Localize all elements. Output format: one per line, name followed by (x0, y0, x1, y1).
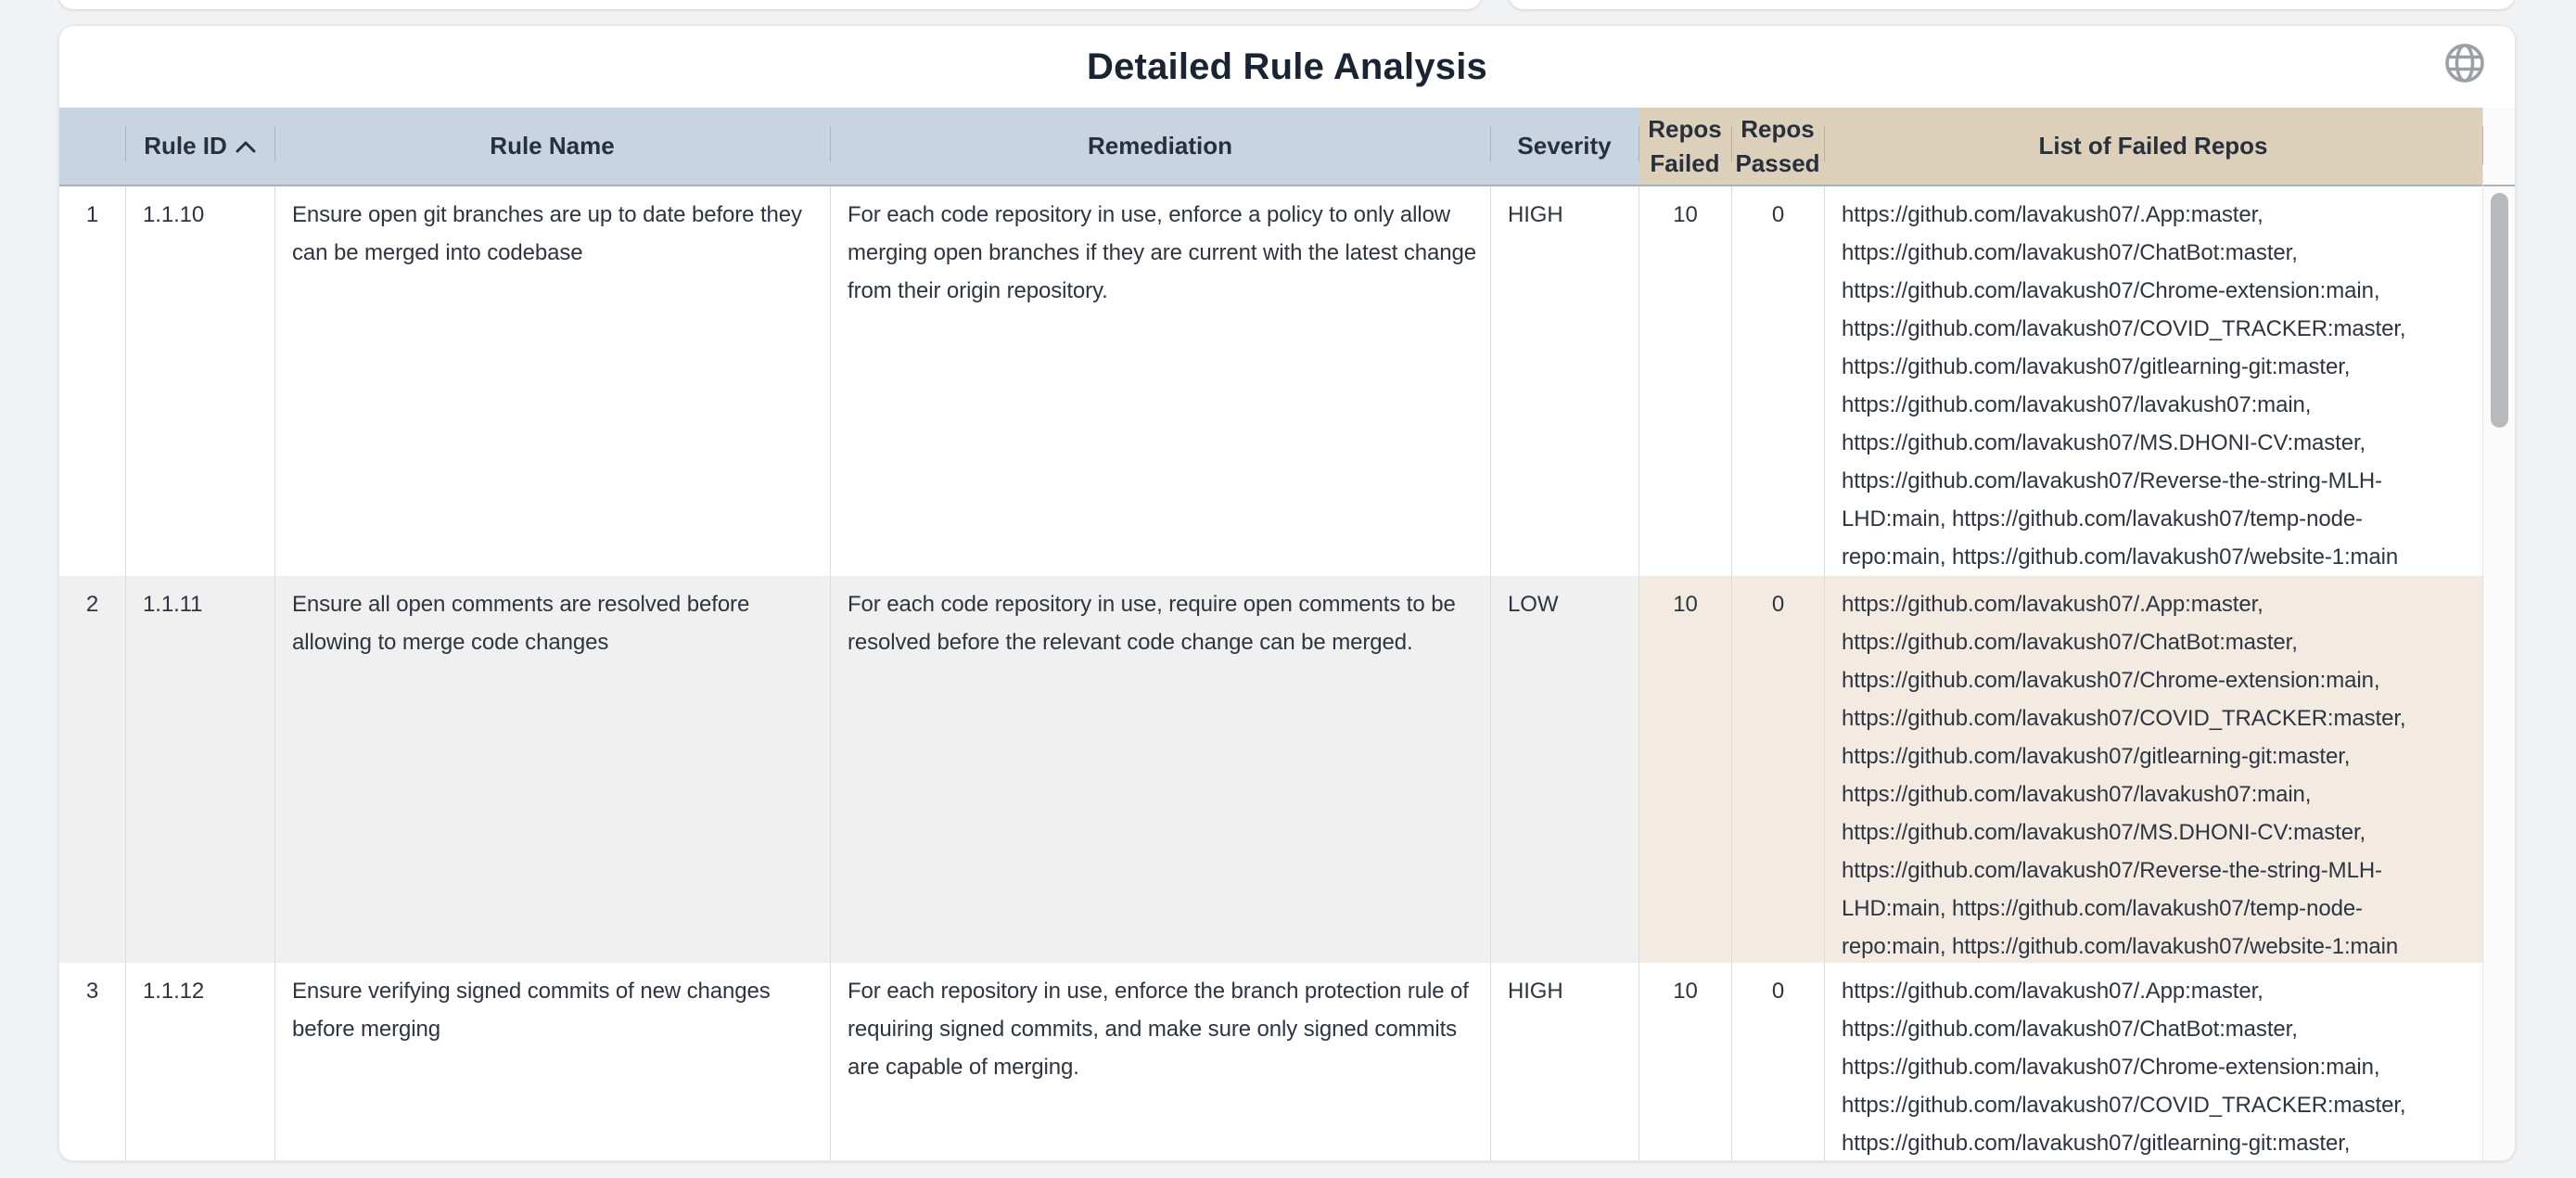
table-area: Rule ID Rule Name Remediation Severity R… (59, 108, 2515, 1161)
header-cell-rule-id[interactable]: Rule ID (125, 108, 274, 185)
cell-repos-failed: 10 (1639, 186, 1731, 576)
rule-analysis-card: Detailed Rule Analysis Rule ID R (58, 25, 2516, 1161)
cell-failed-repos: https://github.com/lavakush07/.App:maste… (1824, 186, 2482, 576)
cell-repos-passed: 0 (1731, 963, 1824, 1161)
header-cell-rule-name[interactable]: Rule Name (274, 108, 830, 185)
cell-index: 1 (59, 186, 125, 576)
cell-failed-repos: https://github.com/lavakush07/.App:maste… (1824, 963, 2482, 1161)
cell-repos-passed: 0 (1731, 576, 1824, 963)
cell-rule-id: 1.1.11 (125, 576, 274, 963)
header-bottom-border (2483, 185, 2515, 186)
cell-rule-name: Ensure open git branches are up to date … (274, 186, 830, 576)
table-header-row: Rule ID Rule Name Remediation Severity R… (59, 108, 2482, 186)
cell-rule-name: Ensure verifying signed commits of new c… (274, 963, 830, 1161)
header-label-rule-id: Rule ID (144, 129, 227, 163)
table-scrollbar[interactable] (2482, 108, 2515, 1161)
cell-repos-passed: 0 (1731, 186, 1824, 576)
table-row: 1 1.1.10 Ensure open git branches are up… (59, 186, 2482, 576)
cell-repos-failed: 10 (1639, 963, 1731, 1161)
header-cell-index[interactable] (59, 108, 125, 185)
table-row: 2 1.1.11 Ensure all open comments are re… (59, 576, 2482, 963)
partial-card-top-right (1509, 0, 2515, 9)
cell-rule-id: 1.1.10 (125, 186, 274, 576)
cell-severity: HIGH (1490, 963, 1639, 1161)
table-row: 3 1.1.12 Ensure verifying signed commits… (59, 963, 2482, 1161)
header-divider-segment (2482, 126, 2483, 164)
header-cell-failed-repos[interactable]: List of Failed Repos (1824, 108, 2482, 185)
cell-index: 3 (59, 963, 125, 1161)
cell-severity: HIGH (1490, 186, 1639, 576)
cell-index: 2 (59, 576, 125, 963)
header-cell-severity[interactable]: Severity (1490, 108, 1639, 185)
header-cell-remediation[interactable]: Remediation (830, 108, 1490, 185)
cell-remediation: For each repository in use, enforce the … (830, 963, 1490, 1161)
header-cell-repos-passed[interactable]: Repos Passed (1731, 108, 1824, 185)
card-header: Detailed Rule Analysis (59, 26, 2515, 108)
cell-repos-failed: 10 (1639, 576, 1731, 963)
sort-ascending-icon (236, 140, 256, 153)
cell-rule-id: 1.1.12 (125, 963, 274, 1161)
header-cell-repos-failed[interactable]: Repos Failed (1639, 108, 1731, 185)
cell-severity: LOW (1490, 576, 1639, 963)
cell-failed-repos: https://github.com/lavakush07/.App:maste… (1824, 576, 2482, 963)
page-title: Detailed Rule Analysis (1087, 46, 1487, 88)
partial-card-top-left (58, 0, 1482, 9)
rules-table: Rule ID Rule Name Remediation Severity R… (59, 108, 2482, 1161)
cell-rule-name: Ensure all open comments are resolved be… (274, 576, 830, 963)
scrollbar-thumb[interactable] (2491, 193, 2508, 428)
cell-remediation: For each code repository in use, require… (830, 576, 1490, 963)
cell-remediation: For each code repository in use, enforce… (830, 186, 1490, 576)
globe-icon[interactable] (2442, 41, 2487, 85)
